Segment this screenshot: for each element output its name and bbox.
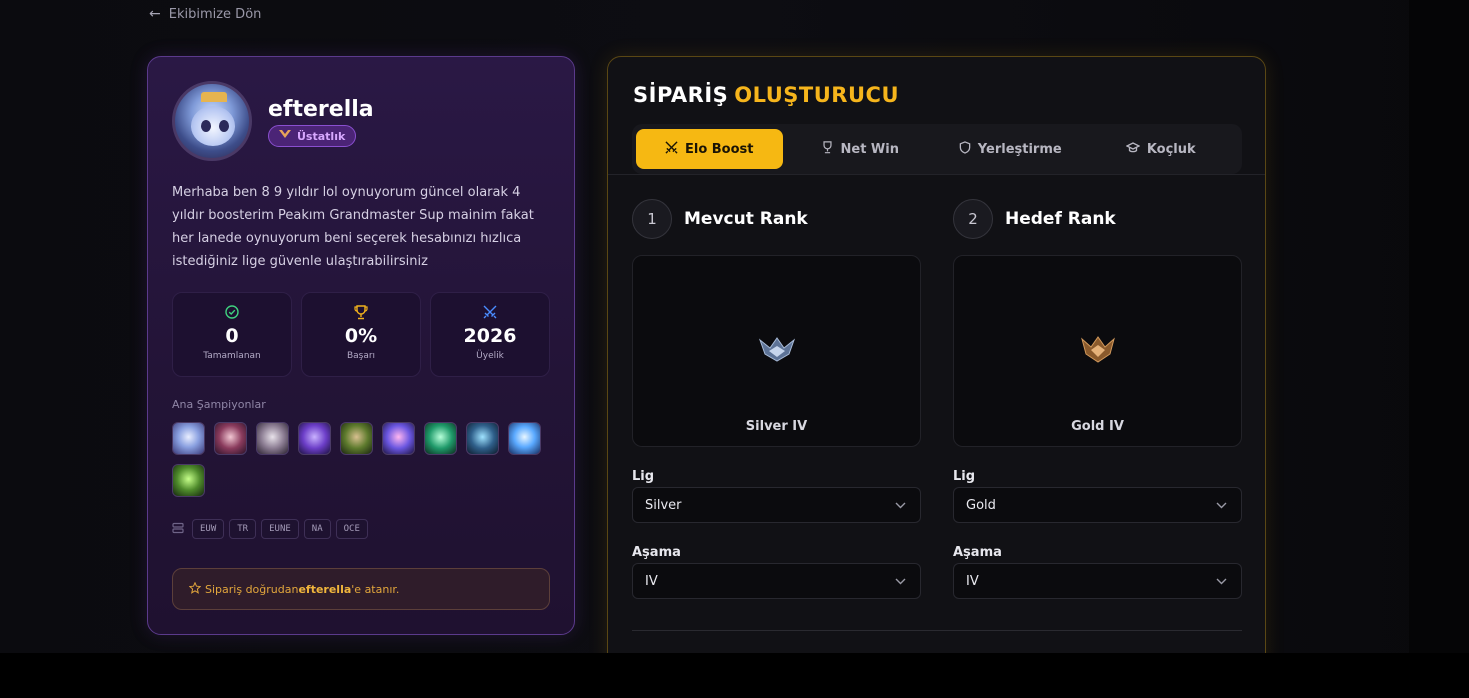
step-number: 2 [953, 199, 993, 239]
champion-icon [172, 464, 205, 497]
region-badge: OCE [335, 519, 368, 539]
gold-rank-emblem-icon [1081, 336, 1115, 363]
champion-icon [382, 422, 415, 455]
swords-icon [665, 141, 678, 157]
stat-label: Başarı [346, 351, 376, 361]
divider [632, 630, 1242, 631]
rank-badge-label: Üstatlık [297, 129, 346, 143]
profile-bio: Merhaba ben 8 9 yıldır lol oynuyorum gün… [172, 185, 534, 269]
trophy-icon [354, 305, 368, 321]
stats-row: 0 Tamamlanan 0% Başarı 2026 Üyelik [172, 292, 550, 377]
tab-label: Koçluk [1146, 141, 1196, 157]
champion-list [172, 422, 552, 497]
select-value: Silver [645, 497, 682, 513]
builder-title: SİPARİŞ OLUŞTURUCU [633, 83, 899, 107]
booster-profile-card: efterella Üstatlık Merhaba ben 8 9 yıldı… [147, 56, 575, 635]
step-title: Hedef Rank [1005, 209, 1116, 229]
graduation-cap-icon [1125, 141, 1141, 157]
back-label: Ekibimize Dön [168, 6, 262, 22]
tab-label: Elo Boost [684, 141, 754, 157]
current-league-select[interactable]: Silver [632, 487, 921, 523]
trophy-icon [821, 141, 834, 157]
server-icon [172, 522, 184, 537]
tab-elo-boost[interactable]: Elo Boost [636, 129, 783, 169]
tab-placement[interactable]: Yerleştirme [937, 129, 1084, 169]
champion-icon [466, 422, 499, 455]
select-value: IV [645, 573, 658, 589]
assign-suffix: 'e atanır. [351, 582, 400, 596]
rank-name: Gold IV [1071, 419, 1124, 434]
step-header: 2 Hedef Rank [953, 199, 1242, 239]
champion-icon [508, 422, 541, 455]
builder-title-main: SİPARİŞ [633, 83, 729, 107]
stat-value: 0% [344, 325, 378, 347]
champion-icon [340, 422, 373, 455]
region-badge: EUNE [261, 519, 299, 539]
divider [608, 174, 1265, 175]
stat-label: Tamamlanan [203, 351, 261, 361]
region-badge: TR [229, 519, 257, 539]
league-label: Lig [632, 469, 655, 484]
tab-coaching[interactable]: Koçluk [1088, 129, 1235, 169]
stat-label: Üyelik [476, 351, 504, 361]
service-tabs: Elo Boost Net Win Yerleştirme Koçluk [632, 124, 1242, 174]
chevron-down-icon [895, 499, 906, 512]
chevron-down-icon [1216, 499, 1227, 512]
check-circle-icon [225, 305, 239, 321]
target-rank-preview: Gold IV [953, 255, 1242, 447]
rank-badge: Üstatlık [268, 125, 357, 147]
rank-crest-icon [279, 130, 291, 142]
order-builder-card: SİPARİŞ OLUŞTURUCU Elo Boost Net Win Yerl… [607, 56, 1266, 653]
chevron-down-icon [1216, 575, 1227, 588]
current-stage-select[interactable]: IV [632, 563, 921, 599]
server-list: EUW TR EUNE NA OCE [172, 519, 368, 539]
stage-label: Aşama [953, 545, 1002, 560]
stat-success: 0% Başarı [301, 292, 421, 377]
step-header: 1 Mevcut Rank [632, 199, 921, 239]
arrow-left-icon: ← [149, 6, 161, 22]
tab-label: Net Win [840, 141, 900, 157]
shield-icon [959, 141, 971, 157]
target-league-select[interactable]: Gold [953, 487, 1242, 523]
assign-name: efterella [298, 582, 352, 596]
stat-value: 2026 [463, 325, 517, 347]
champions-title: Ana Şampiyonlar [172, 398, 266, 411]
select-value: Gold [966, 497, 996, 513]
stat-completed: 0 Tamamlanan [172, 292, 292, 377]
assignment-notice: Sipariş doğrudan efterella'e atanır. [172, 568, 550, 610]
back-link[interactable]: ← Ekibimize Dön [149, 6, 261, 22]
step-number: 1 [632, 199, 672, 239]
rank-name: Silver IV [745, 419, 808, 434]
stage-label: Aşama [632, 545, 681, 560]
current-rank-column: 1 Mevcut Rank Silver IV Lig Silver Aşama… [632, 199, 921, 599]
champion-icon [256, 422, 289, 455]
page-viewport: ← Ekibimize Dön efterella Üstatlık Merha… [0, 0, 1469, 653]
stat-membership: 2026 Üyelik [430, 292, 550, 377]
chevron-down-icon [895, 575, 906, 588]
swords-icon [483, 305, 497, 321]
target-stage-select[interactable]: IV [953, 563, 1242, 599]
current-rank-preview: Silver IV [632, 255, 921, 447]
avatar [172, 81, 252, 161]
silver-rank-emblem-icon [758, 337, 796, 362]
champion-icon [424, 422, 457, 455]
league-label: Lig [953, 469, 976, 484]
star-icon [188, 581, 202, 597]
builder-title-accent: OLUŞTURUCU [734, 83, 899, 107]
target-rank-column: 2 Hedef Rank Gold IV Lig Gold Aşama IV [953, 199, 1242, 599]
tab-label: Yerleştirme [977, 141, 1062, 157]
champion-icon [172, 422, 205, 455]
step-title: Mevcut Rank [684, 209, 808, 229]
tab-net-win[interactable]: Net Win [787, 129, 934, 169]
stat-value: 0 [225, 325, 239, 347]
select-value: IV [966, 573, 979, 589]
assign-prefix: Sipariş doğrudan [205, 582, 299, 596]
champion-icon [298, 422, 331, 455]
region-badge: NA [303, 519, 331, 539]
region-badge: EUW [192, 519, 225, 539]
profile-name: efterella [268, 97, 374, 122]
champion-icon [214, 422, 247, 455]
